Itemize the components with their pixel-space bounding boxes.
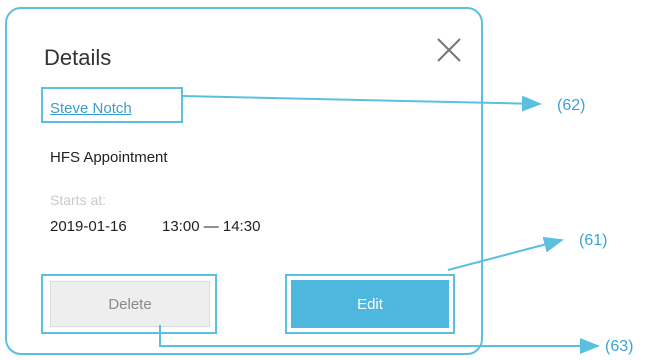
appointment-type: HFS Appointment [50,149,168,166]
patient-name-link[interactable]: Steve Notch [50,100,132,117]
delete-button[interactable]: Delete [50,281,210,327]
edit-button[interactable]: Edit [291,280,449,328]
time-range: 13:00 — 14:30 [162,218,261,235]
close-icon [437,38,461,62]
starts-at-label: Starts at: [50,192,107,208]
appointment-details-dialog: Details Steve Notch HFS Appointment Star… [5,7,483,355]
annotated-screenshot: Details Steve Notch HFS Appointment Star… [0,0,651,360]
start-date: 2019-01-16 [50,218,127,235]
close-button[interactable] [432,33,466,67]
callout-label-63: (63) [605,338,634,355]
callout-label-61: (61) [579,232,608,249]
callout-label-62: (62) [557,97,586,114]
dialog-title: Details [44,45,112,70]
